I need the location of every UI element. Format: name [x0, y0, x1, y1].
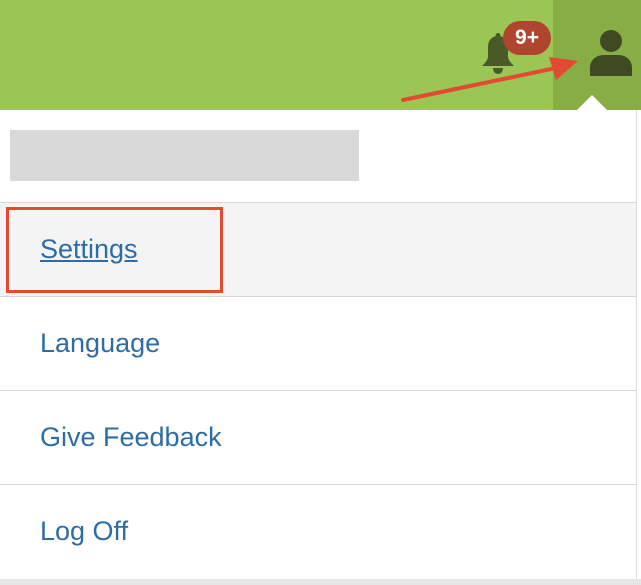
- menu-item-log-off[interactable]: Log Off: [0, 484, 636, 578]
- give-feedback-link[interactable]: Give Feedback: [40, 391, 222, 485]
- menu-item-give-feedback[interactable]: Give Feedback: [0, 390, 636, 484]
- user-icon[interactable]: [590, 30, 632, 76]
- menu-item-language[interactable]: Language: [0, 296, 636, 390]
- log-off-link[interactable]: Log Off: [40, 485, 128, 579]
- language-link[interactable]: Language: [40, 297, 160, 391]
- dropdown-caret: [576, 95, 608, 111]
- top-header-bar: [0, 0, 641, 110]
- user-name-placeholder: [10, 130, 359, 181]
- settings-highlight-box: [6, 207, 223, 293]
- user-dropdown-menu: Settings Language Give Feedback Log Off: [0, 110, 637, 579]
- dropdown-shadow: [0, 579, 641, 585]
- hover-gap: [314, 183, 380, 189]
- notification-badge[interactable]: 9+: [503, 21, 551, 55]
